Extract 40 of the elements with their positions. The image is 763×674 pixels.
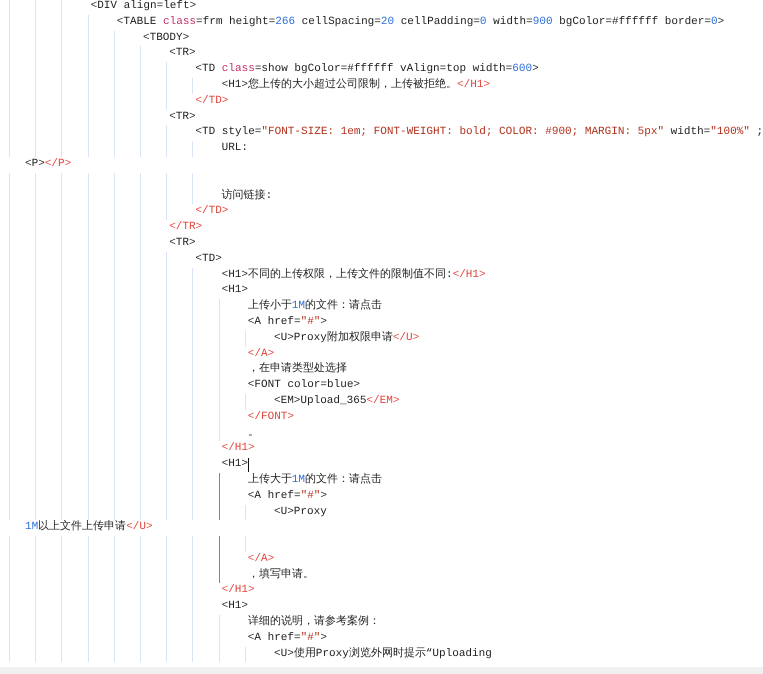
code-line: </A> <box>248 552 274 567</box>
code-line: </TD> <box>195 94 228 109</box>
code-line: </TD> <box>195 204 228 220</box>
code-line: URL: <box>222 141 248 156</box>
code-line: <U>使用Proxy浏览外网时提示“Uploading <box>274 646 492 662</box>
code-line: <FONT color=blue> <box>248 378 360 394</box>
code-line: 1M以上文件上传申请</U> <box>25 520 153 536</box>
code-line: <H1>您上传的大小超过公司限制，上传被拒绝。</H1> <box>222 78 490 93</box>
code-line: </FONT> <box>248 410 294 425</box>
code-line: <A href="#"> <box>248 488 328 504</box>
code-line: 访问链接: <box>222 188 272 204</box>
code-line: ，在申请类型处选择 <box>248 362 347 378</box>
code-line: 详细的说明，请参考案例： <box>248 615 380 630</box>
code-line: <TD style="FONT-SIZE: 1em; FONT-WEIGHT: bold; COLOR: #900; MARGIN: 5px" width="100%" ; <box>195 125 763 140</box>
code-line: <TR> <box>169 236 196 251</box>
code-line: 。 <box>248 426 259 441</box>
code-line: <A href="#"> <box>248 314 328 330</box>
code-line: <H1> <box>222 283 248 298</box>
code-line: <H1> <box>222 457 248 472</box>
code-line: </A> <box>248 346 274 362</box>
code-line: <U>Proxy <box>274 504 327 520</box>
code-line: <TABLE class=frm height=266 cellSpacing=20 cellPadding=0 width=900 bgColor=#ffffff border=0> <box>116 14 724 30</box>
code-line: 上传小于1M的文件：请点击 <box>248 299 382 314</box>
code-line: <P></P> <box>25 156 72 172</box>
code-line: </H1> <box>222 441 255 456</box>
code-line: <TR> <box>169 110 196 125</box>
code-line: ，填写申请。 <box>248 568 314 583</box>
code-line: <DIV align=left> <box>90 0 196 14</box>
code-line: <H1> <box>222 599 248 614</box>
code-line: </TR> <box>169 220 202 236</box>
code-line: <H1>不同的上传权限，上传文件的限制值不同:</H1> <box>222 268 486 283</box>
code-line: <EM>Upload_365</EM> <box>274 394 400 409</box>
code-line: </H1> <box>222 583 255 598</box>
code-line: <TD> <box>195 252 222 267</box>
code-line: <U>Proxy附加权限申请</U> <box>274 330 420 346</box>
code-line: <A href="#"> <box>248 630 328 646</box>
code-line: <TD class=show bgColor=#ffffff vAlign=top width=600> <box>195 62 539 78</box>
code-line: <TR> <box>169 46 196 62</box>
code-line: 上传大于1M的文件：请点击 <box>248 472 382 488</box>
code-line: <TBODY> <box>143 30 190 46</box>
